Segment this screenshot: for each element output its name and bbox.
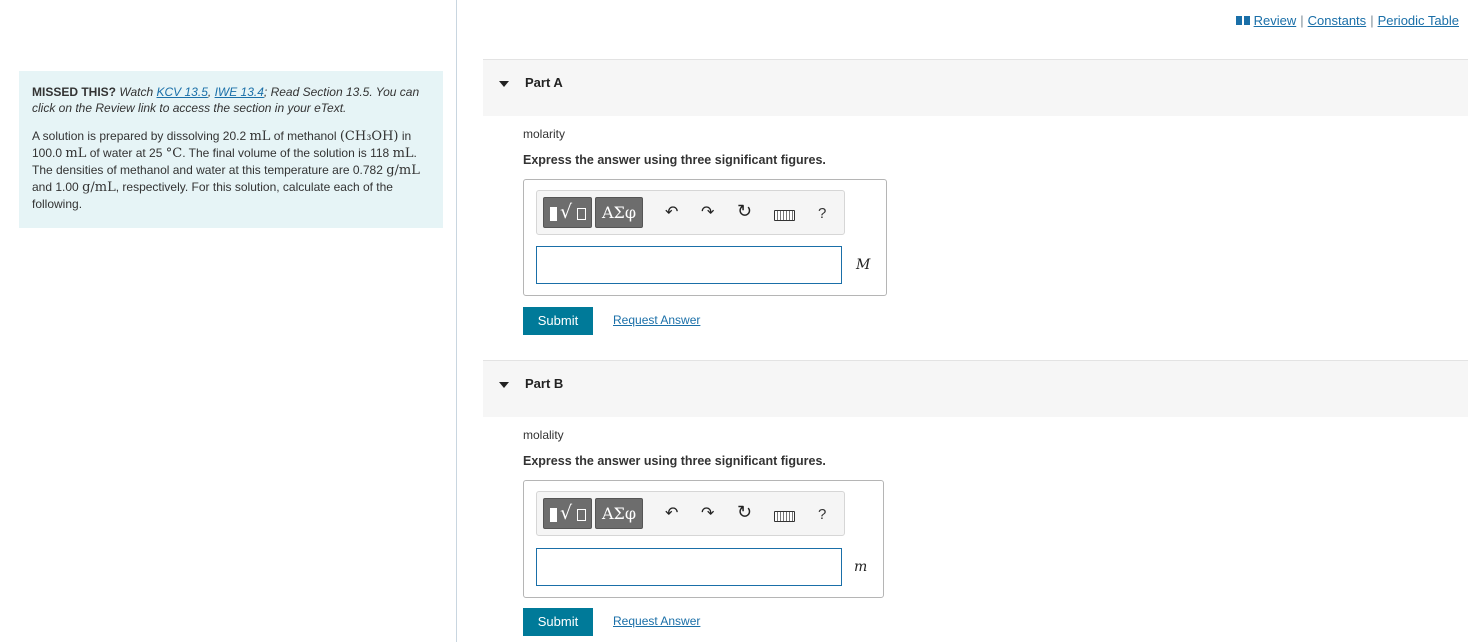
part-a-unit: M — [856, 257, 871, 273]
part-b-unit: m — [854, 559, 868, 575]
redo-icon[interactable]: ↷ — [701, 204, 714, 222]
math-toolbar: √ ΑΣφ ↶ ↷ ↻ ? — [536, 491, 845, 536]
part-a-label: molarity — [523, 127, 566, 141]
part-a-header[interactable]: Part A — [483, 59, 1468, 116]
missed-this-note: MISSED THIS? Watch KCV 13.5, IWE 13.4; R… — [32, 85, 420, 115]
part-b-request-answer-link[interactable]: Request Answer — [613, 614, 700, 628]
part-a-request-answer-link[interactable]: Request Answer — [613, 313, 700, 327]
part-b-instruction: Express the answer using three significa… — [523, 454, 826, 468]
undo-icon[interactable]: ↶ — [665, 204, 678, 222]
help-icon[interactable]: ? — [818, 506, 826, 523]
part-a-answer-box: √ ΑΣφ ↶ ↷ ↻ ? M — [523, 179, 887, 296]
greek-symbols-button[interactable]: ΑΣφ — [595, 498, 643, 529]
reset-icon[interactable]: ↻ — [737, 503, 752, 521]
templates-button[interactable]: √ — [543, 498, 592, 529]
part-b-title: Part B — [525, 376, 564, 391]
help-icon[interactable]: ? — [818, 205, 826, 222]
part-b-header[interactable]: Part B — [483, 360, 1468, 417]
review-link[interactable]: Review — [1254, 13, 1297, 28]
redo-icon[interactable]: ↷ — [701, 505, 714, 523]
part-b-label: molality — [523, 428, 564, 442]
part-b-submit-button[interactable]: Submit — [523, 608, 593, 636]
top-links: Review | Constants | Periodic Table — [1235, 13, 1459, 28]
part-a-answer-input[interactable] — [536, 246, 842, 284]
problem-pane: MISSED THIS? Watch KCV 13.5, IWE 13.4; R… — [0, 0, 457, 642]
keyboard-icon[interactable] — [774, 210, 795, 221]
templates-button[interactable]: √ — [543, 197, 592, 228]
problem-statement: A solution is prepared by dissolving 20.… — [32, 129, 420, 211]
constants-link[interactable]: Constants — [1308, 13, 1367, 28]
collapse-caret-icon[interactable] — [499, 81, 509, 87]
part-a-submit-button[interactable]: Submit — [523, 307, 593, 335]
problem-box: MISSED THIS? Watch KCV 13.5, IWE 13.4; R… — [19, 71, 443, 228]
part-a-title: Part A — [525, 75, 563, 90]
book-icon — [1235, 16, 1250, 25]
collapse-caret-icon[interactable] — [499, 382, 509, 388]
undo-icon[interactable]: ↶ — [665, 505, 678, 523]
greek-symbols-button[interactable]: ΑΣφ — [595, 197, 643, 228]
math-toolbar: √ ΑΣφ ↶ ↷ ↻ ? — [536, 190, 845, 235]
iwe-link[interactable]: IWE 13.4 — [215, 85, 264, 99]
periodic-table-link[interactable]: Periodic Table — [1378, 13, 1459, 28]
reset-icon[interactable]: ↻ — [737, 202, 752, 220]
part-b-answer-box: √ ΑΣφ ↶ ↷ ↻ ? m — [523, 480, 884, 598]
part-a-instruction: Express the answer using three significa… — [523, 153, 826, 167]
kcv-link[interactable]: KCV 13.5 — [157, 85, 208, 99]
part-b-answer-input[interactable] — [536, 548, 842, 586]
keyboard-icon[interactable] — [774, 511, 795, 522]
